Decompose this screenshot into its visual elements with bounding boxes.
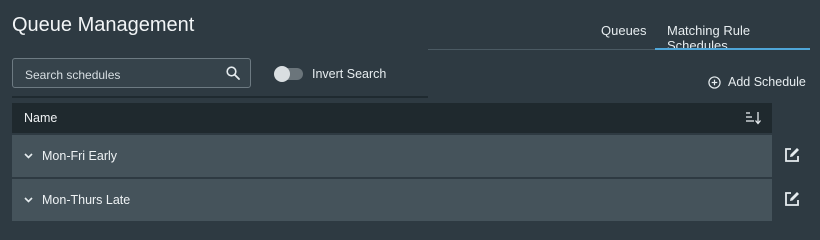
edit-icon[interactable] [783,146,801,164]
tab-bar: Queues Matching Rule Schedules [428,14,810,53]
invert-search-label: Invert Search [312,67,387,81]
toggle-knob [274,66,290,82]
edit-icon[interactable] [783,190,801,208]
sort-icon[interactable] [745,111,761,125]
column-header-name[interactable]: Name [24,111,57,125]
tab-queues[interactable]: Queues [601,23,647,38]
schedule-name: Mon-Fri Early [42,149,118,163]
search-box [12,58,251,88]
search-input[interactable] [23,65,217,85]
plus-circle-icon [708,75,721,89]
schedule-name: Mon-Thurs Late [42,193,131,207]
table-row[interactable]: Mon-Thurs Late [12,179,772,221]
invert-search-toggle[interactable] [274,66,303,82]
chevron-down-icon[interactable] [24,152,33,160]
search-icon[interactable] [226,66,240,80]
chevron-down-icon[interactable] [24,196,33,204]
search-divider [12,96,428,98]
active-tab-indicator [655,48,810,50]
table-row[interactable]: Mon-Fri Early [12,135,772,177]
add-schedule-button[interactable]: Add Schedule [708,74,806,90]
page-title: Queue Management [12,14,195,36]
table-header: Name [12,103,772,133]
add-schedule-label: Add Schedule [728,75,806,89]
